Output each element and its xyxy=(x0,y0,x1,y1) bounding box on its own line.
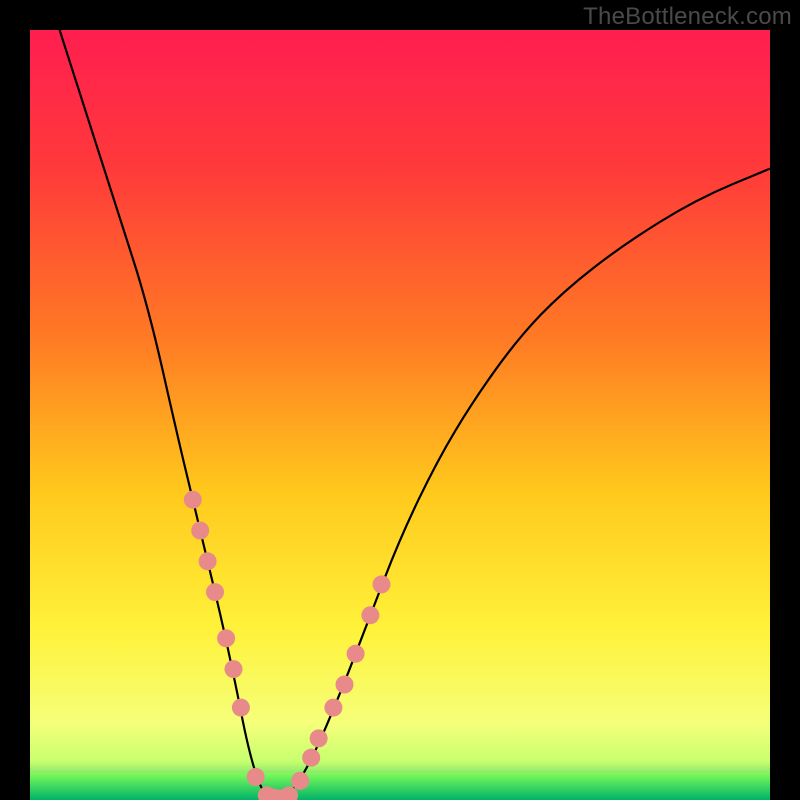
pink-marker xyxy=(347,645,365,663)
chart-gradient-background xyxy=(30,30,770,800)
pink-marker xyxy=(302,749,320,767)
pink-marker xyxy=(373,575,391,593)
pink-marker xyxy=(199,552,217,570)
pink-marker xyxy=(232,699,250,717)
pink-marker xyxy=(324,699,342,717)
pink-marker xyxy=(336,676,354,694)
watermark-text: TheBottleneck.com xyxy=(583,3,792,31)
pink-marker xyxy=(206,583,224,601)
pink-marker xyxy=(247,768,265,786)
bottom-band xyxy=(30,773,770,800)
pink-marker xyxy=(217,629,235,647)
pink-marker xyxy=(361,606,379,624)
pink-marker xyxy=(191,522,209,540)
chart-svg xyxy=(30,30,770,800)
pink-marker xyxy=(225,660,243,678)
pink-marker xyxy=(184,491,202,509)
pink-marker xyxy=(310,729,328,747)
gradient-rect xyxy=(30,30,770,800)
chart-frame xyxy=(30,30,770,800)
pink-marker xyxy=(291,772,309,790)
